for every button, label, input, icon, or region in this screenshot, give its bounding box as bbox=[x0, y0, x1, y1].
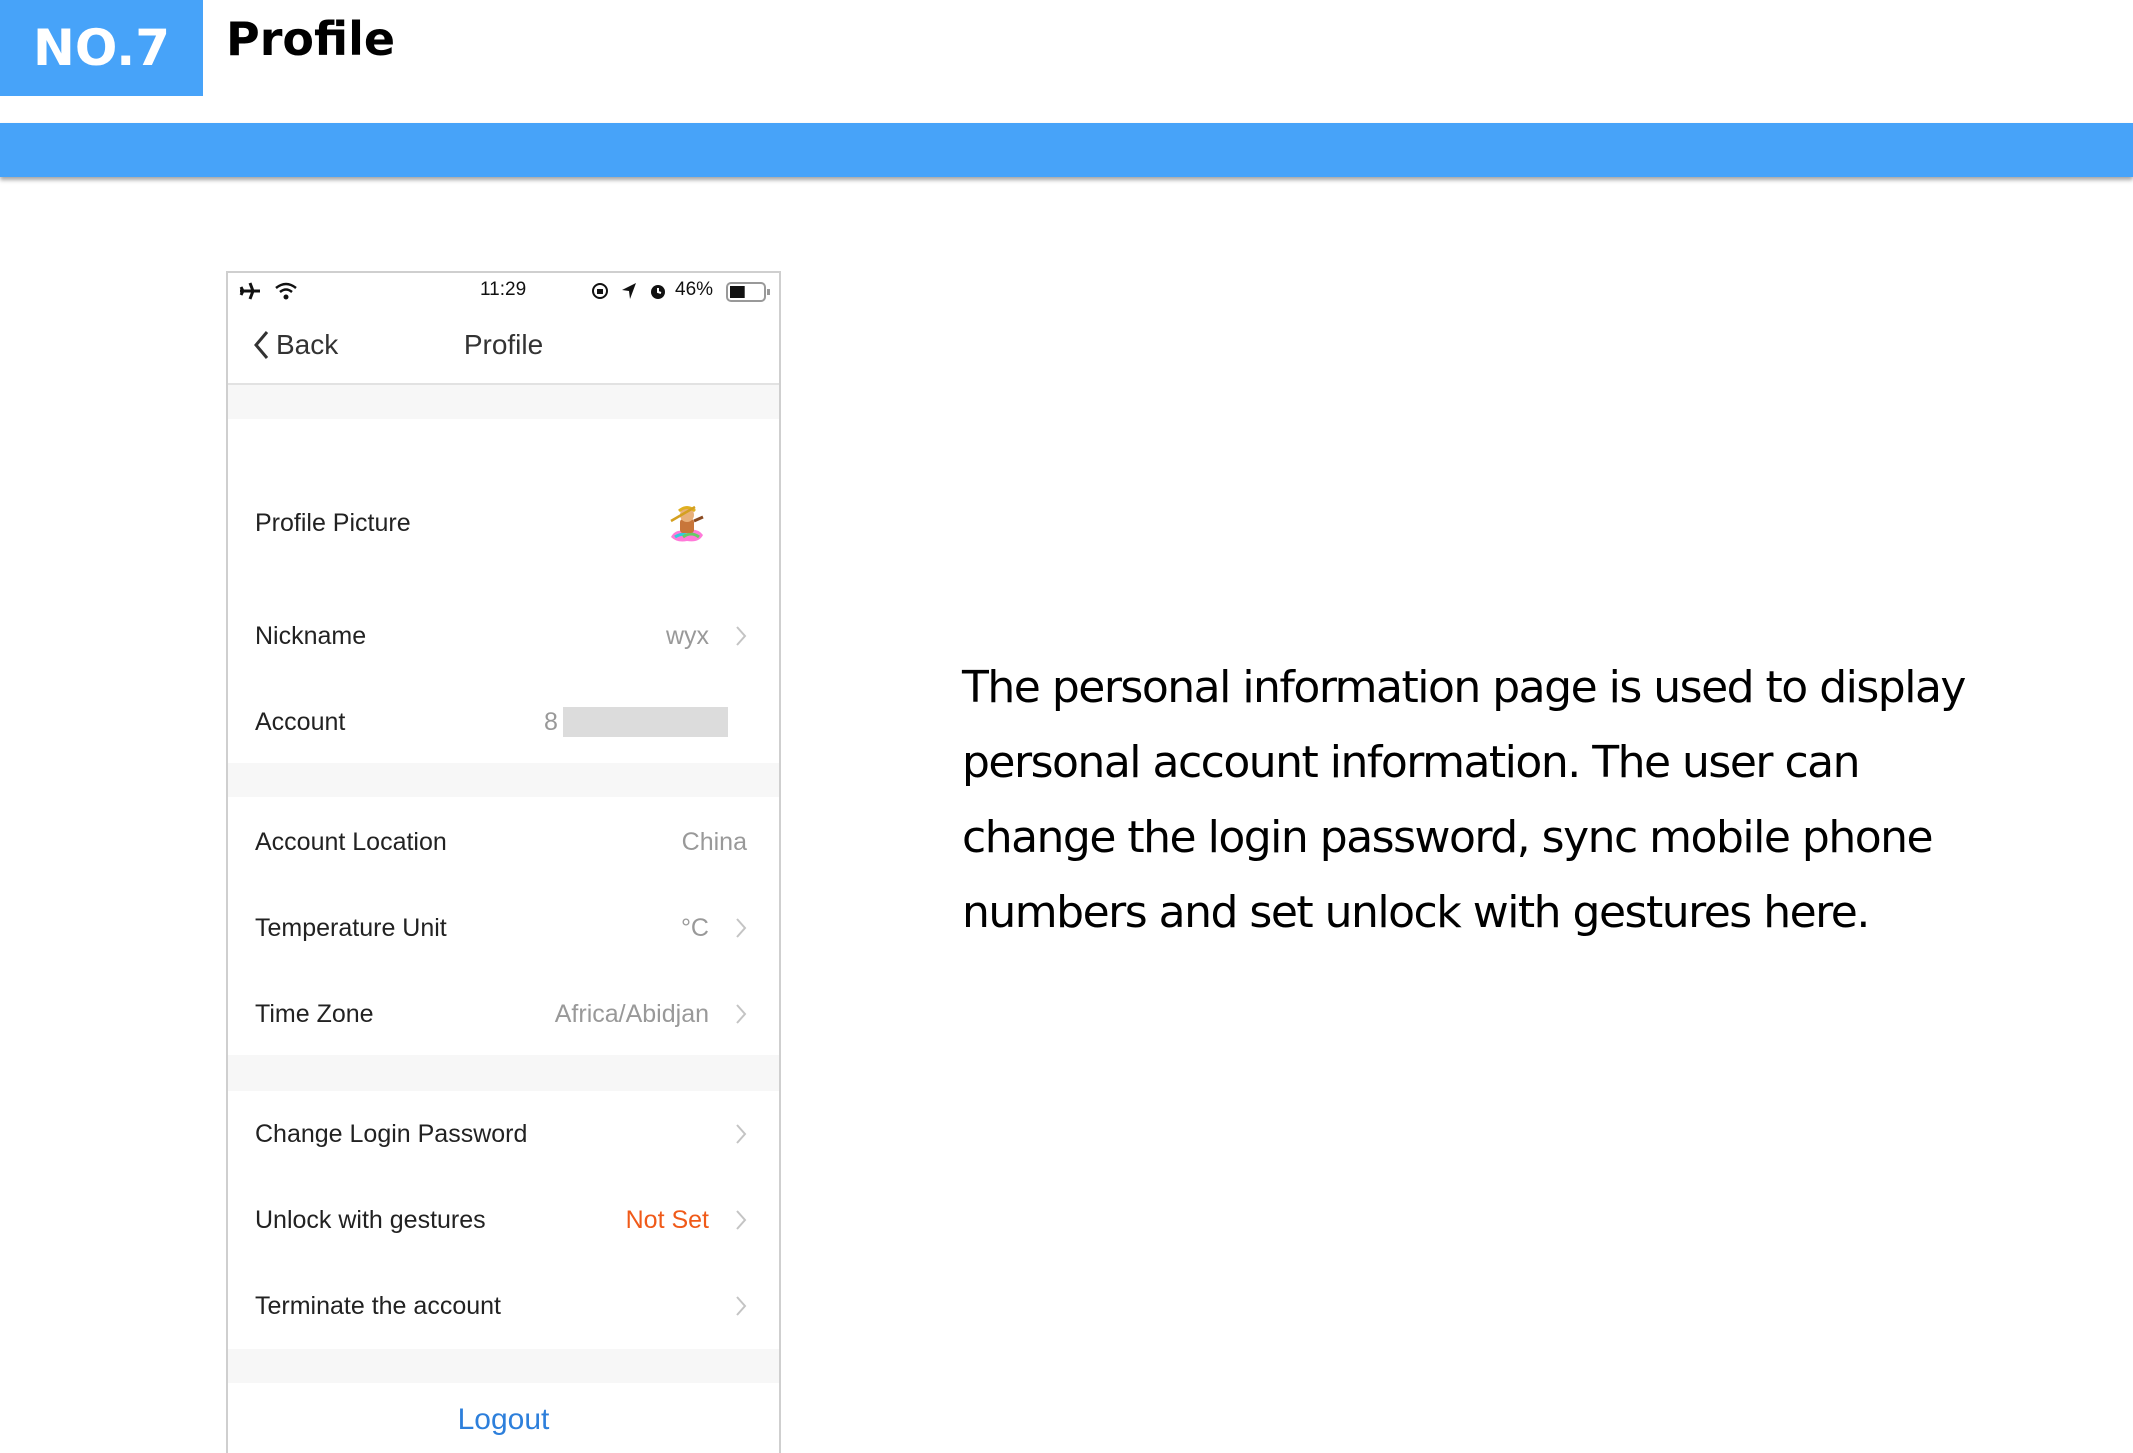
alarm-icon bbox=[651, 285, 665, 299]
logout-button[interactable]: Logout bbox=[228, 1403, 779, 1437]
account-value: 8 bbox=[544, 707, 558, 736]
row-profile-picture[interactable]: Profile Picture bbox=[228, 458, 779, 588]
chevron-right-icon bbox=[736, 1296, 747, 1316]
battery-icon bbox=[726, 282, 770, 302]
row-label: Temperature Unit bbox=[255, 913, 447, 942]
row-change-login-password[interactable]: Change Login Password bbox=[228, 1091, 779, 1177]
row-label: Time Zone bbox=[255, 999, 374, 1028]
location-value: China bbox=[681, 827, 747, 856]
description-text: The personal information page is used to… bbox=[962, 662, 1966, 938]
status-time: 11:29 bbox=[480, 279, 527, 300]
row-unlock-with-gestures[interactable]: Unlock with gestures Not Set bbox=[228, 1177, 779, 1263]
row-terminate-account[interactable]: Terminate the account bbox=[228, 1263, 779, 1349]
header-divider-bar bbox=[0, 123, 2133, 177]
chevron-right-icon bbox=[736, 1124, 747, 1144]
location-icon bbox=[622, 283, 636, 299]
row-label: Change Login Password bbox=[255, 1119, 528, 1148]
battery-percent: 46% bbox=[675, 279, 714, 300]
row-account[interactable]: Account 8 bbox=[228, 679, 779, 765]
profile-avatar[interactable] bbox=[665, 501, 709, 545]
chevron-right-icon bbox=[736, 1210, 747, 1230]
section-gap bbox=[228, 763, 779, 797]
section-gap bbox=[228, 1055, 779, 1091]
temperature-unit-value: °C bbox=[680, 913, 709, 942]
rotation-lock-icon bbox=[592, 283, 608, 299]
chevron-right-icon bbox=[736, 918, 747, 938]
page-title: Profile bbox=[226, 12, 396, 66]
redacted-account-number bbox=[563, 707, 728, 737]
section-gap bbox=[228, 385, 779, 419]
row-label: Terminate the account bbox=[255, 1291, 501, 1320]
row-account-location[interactable]: Account Location China bbox=[228, 799, 779, 885]
time-zone-value: Africa/Abidjan bbox=[554, 999, 709, 1028]
row-label: Nickname bbox=[255, 621, 367, 650]
nav-title: Profile bbox=[463, 329, 544, 360]
wifi-icon bbox=[275, 282, 297, 300]
row-label: Profile Picture bbox=[255, 508, 411, 537]
chevron-right-icon bbox=[736, 1004, 747, 1024]
nickname-value: wyx bbox=[665, 621, 709, 650]
section-gap bbox=[228, 1349, 779, 1383]
row-label: Unlock with gestures bbox=[255, 1205, 486, 1234]
row-label: Account Location bbox=[255, 827, 447, 856]
nav-bar: Back Profile bbox=[228, 309, 779, 385]
chevron-right-icon bbox=[736, 626, 747, 646]
row-nickname[interactable]: Nickname wyx bbox=[228, 593, 779, 679]
row-temperature-unit[interactable]: Temperature Unit °C bbox=[228, 885, 779, 971]
gesture-status-value: Not Set bbox=[625, 1205, 709, 1234]
phone-screenshot: 11:29 46% Back Profile Profile Picture N… bbox=[226, 271, 781, 1453]
section-number-badge: NO.7 bbox=[0, 0, 203, 96]
row-label: Account bbox=[255, 707, 346, 736]
row-time-zone[interactable]: Time Zone Africa/Abidjan bbox=[228, 971, 779, 1057]
airplane-mode-icon bbox=[239, 282, 260, 300]
status-bar: 11:29 46% bbox=[228, 273, 779, 309]
